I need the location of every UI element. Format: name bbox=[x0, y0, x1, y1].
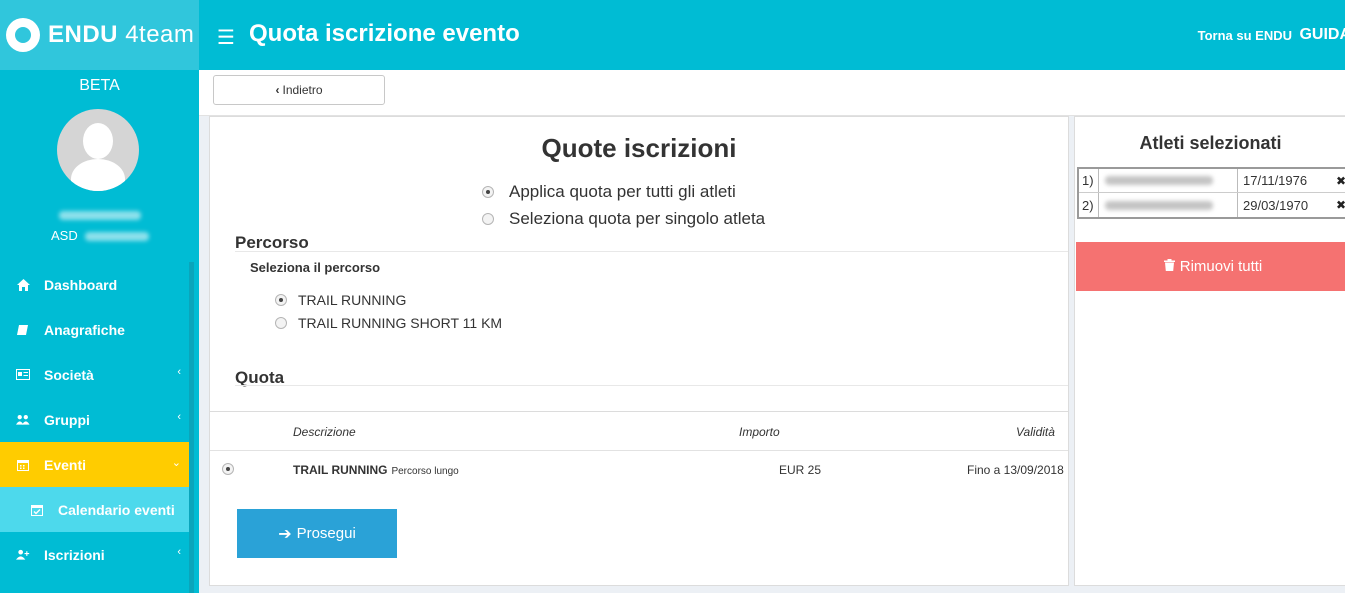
back-to-endu-link[interactable]: Torna su ENDU bbox=[1198, 28, 1292, 43]
logo[interactable]: ENDU 4team bbox=[0, 0, 199, 70]
sidebar-item-label: Dashboard bbox=[44, 276, 118, 293]
user-org-prefix: ASD bbox=[51, 228, 78, 243]
col-header-description: Descrizione bbox=[293, 425, 356, 439]
fee-amount: EUR 25 bbox=[779, 463, 822, 477]
user-org: ASD bbox=[51, 228, 150, 243]
next-button[interactable]: ➔ Prosegui bbox=[237, 509, 397, 558]
endu-logo-icon bbox=[6, 18, 40, 52]
sidebar-item-societa[interactable]: Società ‹ bbox=[0, 352, 189, 397]
next-button-label: Prosegui bbox=[296, 525, 356, 542]
id-card-icon bbox=[16, 369, 30, 381]
athlete-row: 2) 29/03/1970 ✖ bbox=[1079, 193, 1345, 217]
route-option[interactable]: TRAIL RUNNING SHORT 11 KM bbox=[275, 315, 502, 331]
sidebar-scrollbar[interactable] bbox=[189, 262, 194, 593]
chevron-left-icon: ‹ bbox=[177, 546, 181, 558]
sidebar: ENDU 4team BETA ASD Dashboard Anagrafich… bbox=[0, 0, 199, 593]
selected-athletes-panel: Atleti selezionati 1) 17/11/1976 ✖ 2) 29… bbox=[1074, 116, 1345, 586]
chevron-down-icon: ⌄ bbox=[171, 457, 181, 469]
route-radio[interactable] bbox=[275, 294, 287, 306]
back-button[interactable]: ‹ Indietro bbox=[213, 75, 385, 105]
apply-all-option[interactable]: Applica quota per tutti gli atleti bbox=[482, 182, 736, 202]
arrow-right-icon: ➔ bbox=[278, 525, 292, 543]
chevron-left-icon: ‹ bbox=[177, 366, 181, 378]
top-header: ☰ Quota iscrizione evento Torna su ENDU … bbox=[199, 0, 1345, 70]
apply-single-option[interactable]: Seleziona quota per singolo atleta bbox=[482, 209, 765, 229]
col-header-validity: Validità bbox=[1016, 425, 1055, 439]
user-name-redacted bbox=[0, 207, 199, 225]
logo-main-text: ENDU bbox=[48, 21, 119, 48]
col-header-amount: Importo bbox=[739, 425, 780, 439]
apply-single-label: Seleziona quota per singolo atleta bbox=[509, 209, 766, 228]
athlete-name-redacted bbox=[1099, 193, 1238, 217]
fee-name: TRAIL RUNNING bbox=[293, 463, 388, 477]
toolbar: ‹ Indietro bbox=[199, 70, 1345, 116]
fee-description: TRAIL RUNNING Percorso lungo bbox=[293, 463, 459, 477]
page-title: Quota iscrizione evento bbox=[249, 20, 520, 47]
beta-label: BETA bbox=[79, 77, 120, 94]
panel-title: Quote iscrizioni bbox=[541, 133, 737, 163]
table-border bbox=[210, 411, 1068, 412]
sidebar-item-dashboard[interactable]: Dashboard bbox=[0, 262, 189, 307]
chevron-left-icon: ‹ bbox=[177, 411, 181, 423]
sidebar-item-iscrizioni[interactable]: Iscrizioni ‹ bbox=[0, 532, 189, 577]
athlete-index: 1) bbox=[1079, 169, 1099, 192]
remove-all-button[interactable]: Rimuovi tutti bbox=[1076, 242, 1345, 291]
sidebar-menu: Dashboard Anagrafiche Società ‹ Gruppi ‹ bbox=[0, 262, 189, 577]
divider bbox=[235, 385, 1068, 386]
sidebar-item-eventi[interactable]: Eventi ⌄ bbox=[0, 442, 189, 487]
remove-athlete-icon[interactable]: ✖ bbox=[1336, 198, 1345, 212]
calendar-icon bbox=[16, 459, 30, 471]
percorso-heading: Percorso bbox=[235, 233, 309, 252]
menu-toggle-icon[interactable]: ☰ bbox=[217, 25, 235, 50]
fee-panel: Quote iscrizioni Applica quota per tutti… bbox=[209, 116, 1069, 586]
athlete-row: 1) 17/11/1976 ✖ bbox=[1079, 169, 1345, 193]
fee-note: Percorso lungo bbox=[391, 466, 459, 477]
calendar-check-icon bbox=[30, 504, 44, 516]
sidebar-item-label: Società bbox=[44, 366, 94, 383]
route-option[interactable]: TRAIL RUNNING bbox=[275, 292, 406, 308]
guide-link[interactable]: GUIDA bbox=[1299, 26, 1345, 44]
home-icon bbox=[16, 278, 30, 291]
athlete-index: 2) bbox=[1079, 193, 1099, 217]
fee-radio[interactable] bbox=[222, 463, 234, 475]
apply-single-radio[interactable] bbox=[482, 213, 494, 225]
fee-validity: Fino a 13/09/2018 bbox=[967, 463, 1064, 477]
athlete-birthdate: 17/11/1976 bbox=[1243, 173, 1308, 188]
athletes-list: 1) 17/11/1976 ✖ 2) 29/03/1970 ✖ bbox=[1077, 167, 1345, 219]
chevron-left-icon: ‹ bbox=[275, 83, 280, 97]
sidebar-item-gruppi[interactable]: Gruppi ‹ bbox=[0, 397, 189, 442]
logo-sub-text: 4team bbox=[125, 21, 195, 48]
route-label: TRAIL RUNNING bbox=[298, 292, 407, 308]
users-icon bbox=[16, 414, 30, 426]
sidebar-item-anagrafiche[interactable]: Anagrafiche bbox=[0, 307, 189, 352]
percorso-sublabel: Seleziona il percorso bbox=[250, 260, 381, 275]
route-label: TRAIL RUNNING SHORT 11 KM bbox=[298, 315, 503, 331]
remove-all-label: Rimuovi tutti bbox=[1179, 258, 1263, 275]
sidebar-item-label: Eventi bbox=[44, 456, 87, 473]
back-button-label: Indietro bbox=[282, 83, 323, 97]
route-radio[interactable] bbox=[275, 317, 287, 329]
apply-all-label: Applica quota per tutti gli atleti bbox=[509, 182, 736, 201]
trash-icon bbox=[1163, 259, 1175, 274]
sidebar-item-label: Anagrafiche bbox=[44, 321, 125, 338]
sidebar-item-label: Gruppi bbox=[44, 411, 90, 428]
user-plus-icon bbox=[16, 549, 30, 561]
avatar bbox=[57, 109, 139, 191]
athlete-birthdate: 29/03/1970 bbox=[1243, 197, 1309, 213]
remove-athlete-icon[interactable]: ✖ bbox=[1336, 174, 1345, 188]
sidebar-item-label: Iscrizioni bbox=[44, 546, 105, 563]
athlete-name-redacted bbox=[1099, 169, 1238, 192]
table-header-divider bbox=[210, 450, 1068, 451]
apply-all-radio[interactable] bbox=[482, 186, 494, 198]
book-icon bbox=[16, 324, 30, 336]
sidebar-item-label: Calendario eventi bbox=[58, 501, 175, 518]
sidebar-item-calendario-eventi[interactable]: Calendario eventi bbox=[0, 487, 189, 532]
divider bbox=[235, 251, 1068, 252]
selected-athletes-title: Atleti selezionati bbox=[1139, 133, 1282, 153]
